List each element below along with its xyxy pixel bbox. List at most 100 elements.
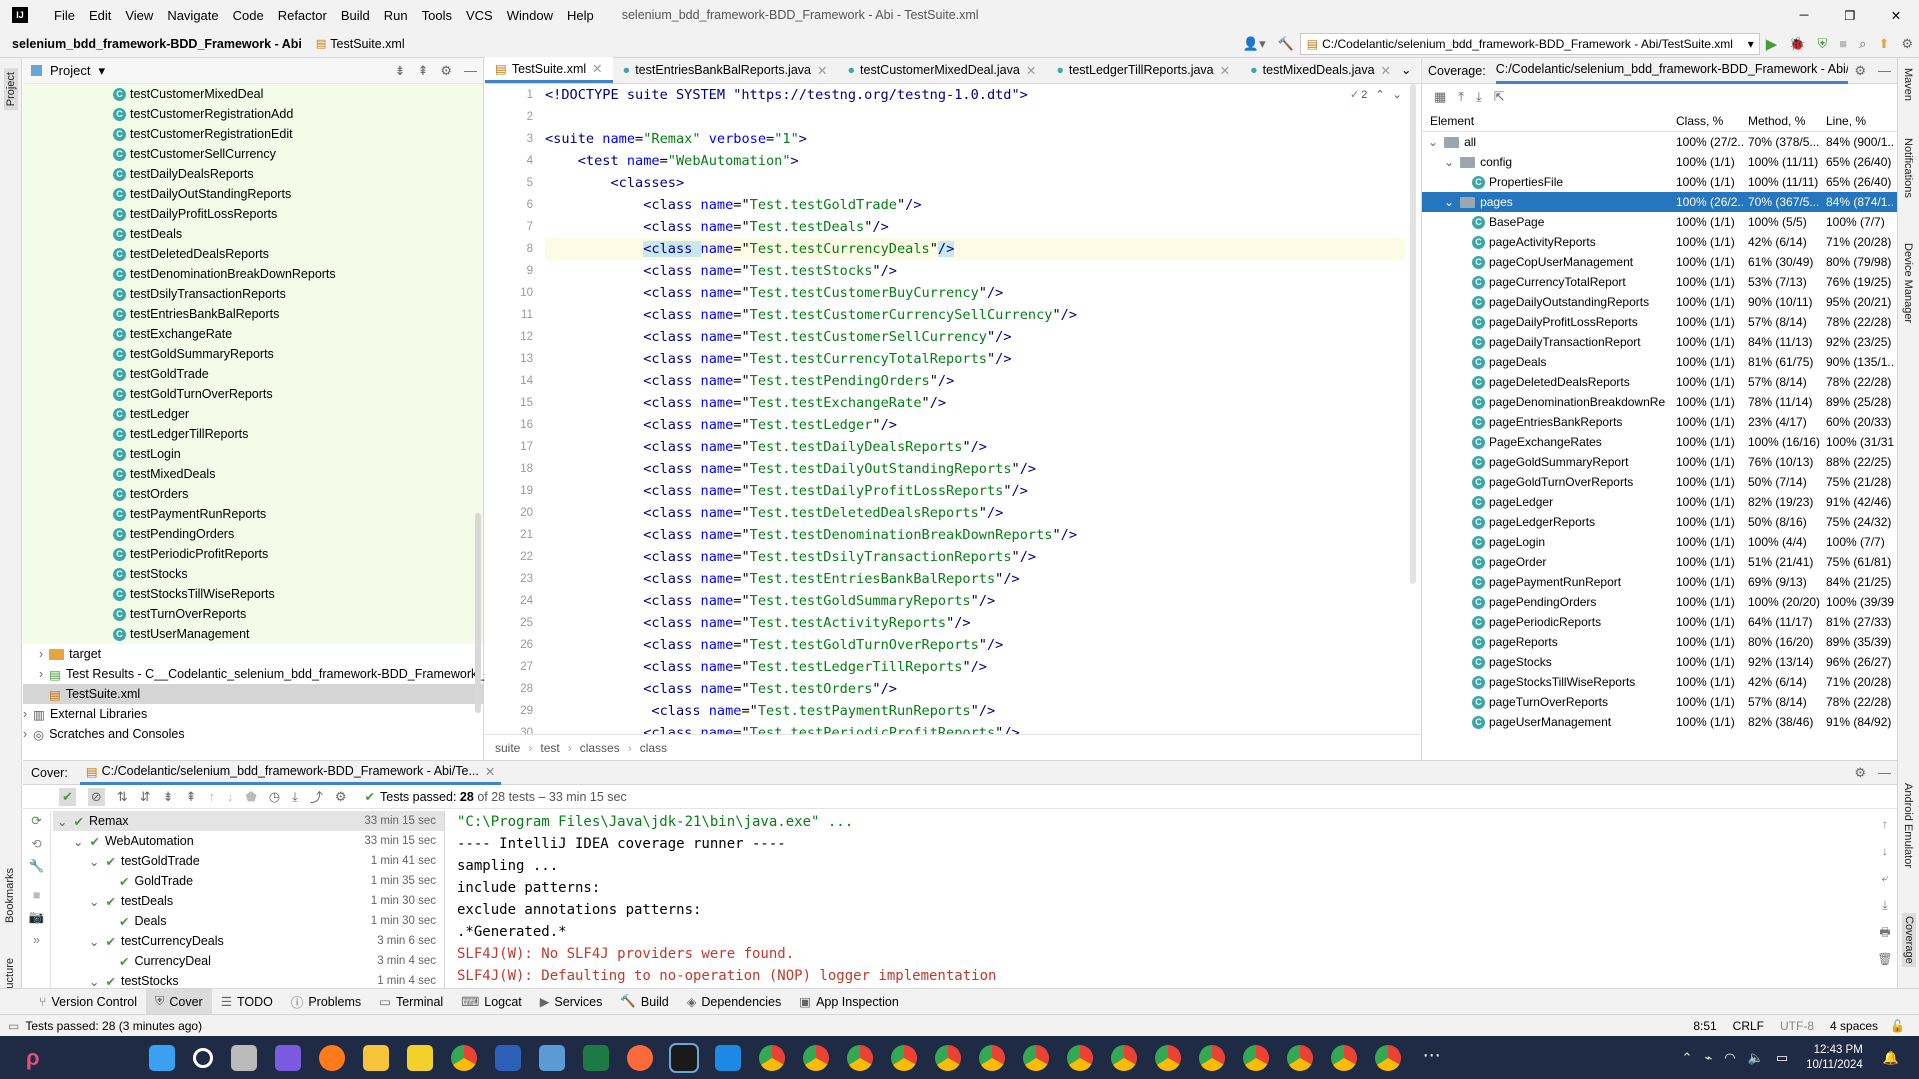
chrome-icon[interactable]	[1374, 1044, 1401, 1071]
close-window-icon[interactable]: ✕	[1873, 8, 1919, 23]
chevron-down-icon[interactable]: ⌄	[89, 894, 99, 909]
menu-run[interactable]: Run	[384, 8, 408, 23]
tray-chevron-icon[interactable]: ⌃	[1682, 1050, 1693, 1066]
clock[interactable]: 12:43 PM 10/11/2024	[1806, 1043, 1863, 1073]
coverage-suite-tab[interactable]: C:/Codelantic/selenium_bdd_framework-BDD…	[1495, 58, 1849, 84]
xml-breadcrumb[interactable]: class	[640, 741, 667, 755]
chrome-icon[interactable]	[1022, 1044, 1049, 1071]
menu-edit[interactable]: Edit	[89, 8, 111, 23]
chevron-down-icon[interactable]: ⌄	[1428, 135, 1438, 149]
file-tree-item[interactable]: CtestCustomerMixedDeal	[23, 84, 483, 104]
intellij-logo-icon[interactable]: IJ	[12, 7, 28, 23]
test-settings-icon[interactable]: ⚙	[335, 789, 347, 805]
run-coverage-icon[interactable]: ⛨	[1818, 36, 1828, 52]
intellij-icon[interactable]	[668, 1042, 699, 1073]
coverage-row[interactable]: ⌄ all 100% (27/2... 70% (378/5... 84% (900/1…	[1422, 132, 1897, 152]
search-everywhere-icon[interactable]: ⌕	[1859, 36, 1866, 52]
indent-setting[interactable]: 4 spaces	[1830, 1019, 1878, 1033]
device-manager-tool-button[interactable]: Device Manager	[1902, 243, 1914, 323]
wifi-icon[interactable]: ◠	[1724, 1050, 1735, 1066]
editor-scrollbar[interactable]	[1410, 84, 1416, 584]
menu-refactor[interactable]: Refactor	[278, 8, 327, 23]
console-output[interactable]: "C:\Program Files\Java\jdk-21\bin\java.e…	[449, 811, 1889, 989]
file-tree-item[interactable]: CtestUserManagement	[23, 624, 483, 644]
coverage-row[interactable]: ⌄ pages 100% (26/2... 70% (367/5... 84% (874…	[1422, 192, 1897, 212]
build-hammer-icon[interactable]: 🔨	[1278, 36, 1294, 52]
file-tree-item[interactable]: CtestOrders	[23, 484, 483, 504]
inspection-widget[interactable]: ✓ 2 ⌃ ⌄	[1350, 88, 1402, 102]
chevron-down-icon[interactable]: ⌄	[57, 814, 67, 829]
file-tree-item[interactable]: CtestDsilyTransactionReports	[23, 284, 483, 304]
coverage-row[interactable]: C PageExchangeRates 100% (1/1) 100% (16/16)…	[1422, 432, 1897, 452]
coverage-row[interactable]: CpageStocksTillWiseReports 100% (1/1) 42% …	[1422, 672, 1897, 692]
file-tree-item[interactable]: CtestDeals	[23, 224, 483, 244]
project-tool-button[interactable]: Project	[4, 68, 18, 111]
coverage-row[interactable]: CpageLedger 100% (1/1) 82% (19/23) 91% (42/…	[1422, 492, 1897, 512]
sort-alpha-icon[interactable]: ⇅	[117, 789, 128, 805]
close-tab-icon[interactable]: ✕	[817, 63, 827, 78]
chrome-icon[interactable]	[1066, 1044, 1093, 1071]
close-tab-icon[interactable]: ✕	[592, 61, 602, 76]
prev-failed-icon[interactable]: ↑	[208, 789, 215, 804]
coverage-row[interactable]: CpageOrder 100% (1/1) 51% (21/41) 75% (61/8…	[1422, 552, 1897, 572]
coverage-row[interactable]: CpageGoldTurnOverReports 100% (1/1) 50% (7…	[1422, 472, 1897, 492]
caret-position[interactable]: 8:51	[1693, 1019, 1716, 1033]
notification-bell-icon[interactable]: 🔔	[1883, 1050, 1899, 1066]
menu-help[interactable]: Help	[567, 8, 594, 23]
close-tab-icon[interactable]: ✕	[1220, 63, 1230, 78]
firefox-icon[interactable]	[318, 1044, 345, 1071]
windows-start-icon[interactable]	[148, 1044, 175, 1071]
tool-window-app-inspection[interactable]: ▣ App Inspection	[790, 989, 908, 1015]
test-tree-item[interactable]: ⌄ ✔ testCurrencyDeals 3 min 6 sec	[53, 931, 444, 951]
tool-window-version-control[interactable]: ⑂ Version Control	[30, 989, 146, 1015]
notepad-icon[interactable]	[538, 1044, 565, 1071]
file-tree-item[interactable]: CtestGoldSummaryReports	[23, 344, 483, 364]
scroll-up-icon[interactable]: ↑	[1875, 811, 1895, 838]
coverage-row[interactable]: CpageCurrencyTotalReport 100% (1/1) 53% (7…	[1422, 272, 1897, 292]
print-icon[interactable]: 🖶	[1875, 919, 1895, 946]
test-tree-item[interactable]: ⌄ ✔ WebAutomation 33 min 15 sec	[53, 831, 444, 851]
chevron-down-icon[interactable]: ⌄	[1444, 195, 1454, 209]
chevron-right-icon[interactable]: ›	[39, 667, 43, 681]
lock-icon[interactable]: 🔓	[1890, 1019, 1905, 1033]
method-column-header[interactable]: Method, %	[1744, 114, 1822, 128]
word-icon[interactable]	[494, 1044, 521, 1071]
coverage-row[interactable]: CpageDailyOutstandingReports 100% (1/1) 90…	[1422, 292, 1897, 312]
file-tree-item[interactable]: CtestGoldTurnOverReports	[23, 384, 483, 404]
file-tree-item[interactable]: CtestStocks	[23, 564, 483, 584]
editor-tab[interactable]: ● testCustomerMixedDeal.java ✕	[837, 57, 1046, 83]
stop-icon[interactable]: ■	[1839, 36, 1847, 51]
chrome-icon[interactable]	[1154, 1044, 1181, 1071]
test-tree-item[interactable]: ✔ CurrencyDeal 3 min 4 sec	[53, 951, 444, 971]
coverage-row[interactable]: CpageLogin 100% (1/1) 100% (4/4) 100% (7/7)	[1422, 532, 1897, 552]
coverage-row[interactable]: CpageDailyTransactionReport 100% (1/1) 84%…	[1422, 332, 1897, 352]
rerun-failed-side-icon[interactable]: ⟲	[23, 836, 50, 851]
camera-icon[interactable]: 📷	[23, 910, 50, 925]
close-tab-icon[interactable]: ✕	[1381, 63, 1391, 78]
import-tests-icon[interactable]: ⤓	[292, 789, 298, 805]
tree-item-external-libraries[interactable]: › ▥ External Libraries	[23, 704, 483, 724]
breadcrumb-file[interactable]: TestSuite.xml	[330, 37, 404, 51]
rerun-failed-icon[interactable]: ⬟	[245, 789, 256, 805]
coverage-row[interactable]: C BasePage 100% (1/1) 100% (5/5) 100% (7/7)	[1422, 212, 1897, 232]
file-tree-item[interactable]: CtestCustomerSellCurrency	[23, 144, 483, 164]
update-icon[interactable]: ⬆	[1878, 36, 1889, 52]
tool-window-dependencies[interactable]: ◈ Dependencies	[678, 989, 791, 1015]
status-message[interactable]: Tests passed: 28 (3 minutes ago)	[25, 1019, 202, 1033]
class-column-header[interactable]: Class, %	[1672, 114, 1744, 128]
tree-item-target[interactable]: › target	[23, 644, 483, 664]
volume-icon[interactable]: 🔈	[1748, 1050, 1764, 1066]
coverage-row[interactable]: C PropertiesFile 100% (1/1) 100% (11/11) 65%…	[1422, 172, 1897, 192]
rerun-icon[interactable]: ⟳	[23, 813, 50, 828]
file-tree-item[interactable]: CtestStocksTillWiseReports	[23, 584, 483, 604]
task-view-icon[interactable]	[230, 1044, 257, 1071]
coverage-row[interactable]: CpageDenominationBreakdownRe 100% (1/1) 78…	[1422, 392, 1897, 412]
app-logo-icon[interactable]: ρ	[26, 1045, 40, 1071]
menu-file[interactable]: File	[54, 8, 75, 23]
copilot-icon[interactable]	[274, 1044, 301, 1071]
chevron-right-icon[interactable]: ›	[23, 707, 27, 721]
chrome-icon[interactable]	[1110, 1044, 1137, 1071]
expand-all-icon[interactable]: ⇟	[163, 789, 174, 805]
user-icon[interactable]: 👤▾	[1243, 36, 1266, 52]
settings-icon[interactable]: ⚙	[1901, 36, 1913, 52]
